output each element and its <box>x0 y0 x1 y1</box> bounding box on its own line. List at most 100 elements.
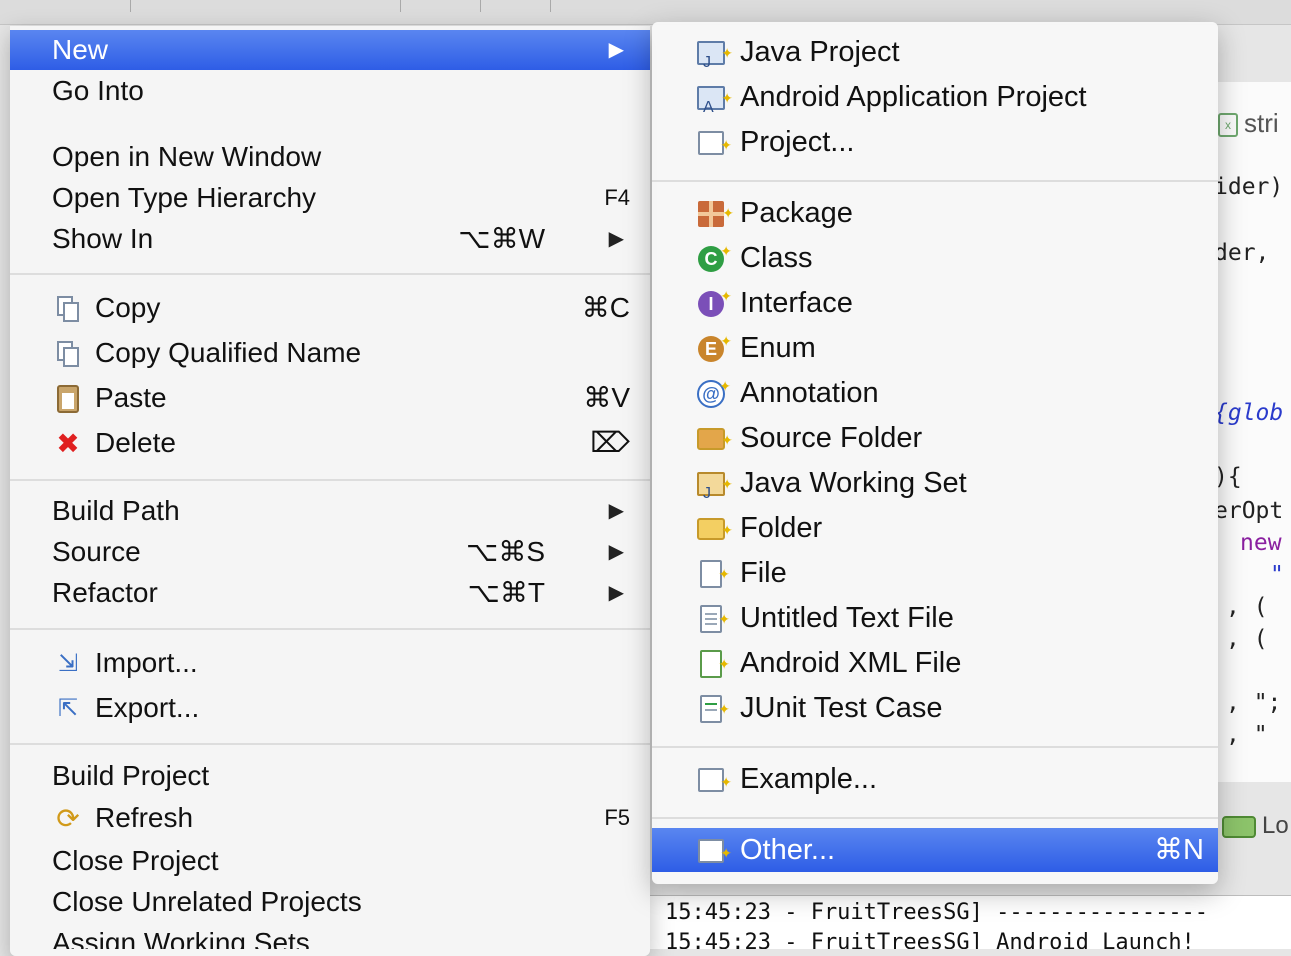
menu-separator <box>10 273 650 275</box>
submenu-arrow-icon: ▶ <box>608 541 624 563</box>
submenu-item-interface[interactable]: I ✦ Interface <box>652 281 1218 325</box>
paste-icon <box>52 383 84 415</box>
menu-separator <box>10 628 650 630</box>
junit-icon: ✦ <box>694 692 730 726</box>
menu-item-source[interactable]: Source ⌥⌘S ▶ <box>10 532 650 572</box>
code-line: ider) <box>1214 174 1284 200</box>
shortcut-label: ⌥⌘W <box>458 223 545 254</box>
submenu-item-source-folder[interactable]: ✦ Source Folder <box>652 416 1218 460</box>
menu-item-open-in-new-window[interactable]: Open in New Window <box>10 137 650 177</box>
code-line: , "; <box>1226 690 1282 716</box>
xml-file-icon: x <box>1218 113 1238 138</box>
code-line: " <box>1270 562 1284 588</box>
menu-item-copy-qualified-name[interactable]: Copy Qualified Name <box>10 333 650 373</box>
submenu-item-package[interactable]: ✦ Package <box>652 191 1218 235</box>
refresh-icon: ⟳ <box>56 803 80 834</box>
menu-item-assign-working-sets[interactable]: Assign Working Sets... <box>10 923 650 949</box>
menu-item-build-project[interactable]: Build Project <box>10 756 650 796</box>
menu-item-build-path[interactable]: Build Path ▶ <box>10 491 650 531</box>
project-icon: ✦ <box>694 126 732 160</box>
menu-item-refresh[interactable]: ⟳ Refresh F5 <box>10 798 650 838</box>
source-folder-icon: ✦ <box>694 422 733 456</box>
console-line: 15:45:23 - FruitTreesSG] Android Launch! <box>665 930 1195 949</box>
text-file-icon: ✦ <box>694 602 730 636</box>
submenu-item-class[interactable]: C ✦ Class <box>652 236 1218 280</box>
submenu-item-project[interactable]: ✦ Project... <box>652 120 1218 164</box>
code-line: ){ <box>1214 464 1242 490</box>
menu-item-import[interactable]: ⇲ Import... <box>10 643 650 683</box>
package-icon: ✦ <box>694 197 734 231</box>
example-icon: ✦ <box>694 763 732 797</box>
class-icon: C ✦ <box>694 242 732 276</box>
folder-icon: ✦ <box>694 512 733 546</box>
menu-item-open-type-hierarchy[interactable]: Open Type Hierarchy F4 <box>10 178 650 218</box>
menu-item-new[interactable]: New ▶ <box>10 30 650 70</box>
menu-separator <box>10 743 650 745</box>
java-project-icon: J ✦ <box>694 36 733 71</box>
delete-icon: ✖ <box>56 428 80 459</box>
new-submenu: J ✦ Java Project A ✦ Android Application P… <box>652 22 1218 884</box>
submenu-item-enum[interactable]: E ✦ Enum <box>652 326 1218 370</box>
menu-item-delete[interactable]: ✖ Delete ⌦ <box>10 423 650 463</box>
android-xml-file-icon: ✦ <box>694 647 730 681</box>
toolbar-divider <box>480 0 481 12</box>
logcat-tab[interactable]: Lo <box>1222 812 1289 840</box>
submenu-separator <box>652 746 1218 748</box>
code-line: new <box>1240 530 1282 556</box>
menu-item-copy[interactable]: Copy ⌘C <box>10 288 650 328</box>
submenu-item-android-xml-file[interactable]: ✦ Android XML File <box>652 641 1218 685</box>
toolbar-divider <box>550 0 551 12</box>
submenu-arrow-icon: ▶ <box>608 500 624 522</box>
copy-icon <box>52 293 84 325</box>
other-icon: ✦ <box>694 834 732 868</box>
submenu-item-other[interactable]: ✦ Other... ⌘N <box>652 828 1218 872</box>
code-line: der, <box>1214 240 1291 266</box>
shortcut-label: ⌘N <box>1154 834 1204 866</box>
editor-tab[interactable]: x stri <box>1218 108 1291 148</box>
java-working-set-icon: J ✦ <box>694 467 733 502</box>
context-menu: New ▶ Go Into Open in New Window Open Ty… <box>10 26 650 956</box>
submenu-item-example[interactable]: ✦ Example... <box>652 757 1218 801</box>
file-icon: ✦ <box>694 557 730 591</box>
code-line: erOpt <box>1214 498 1284 524</box>
shortcut-label: ⌘C <box>581 292 630 323</box>
submenu-arrow-icon: ▶ <box>608 39 624 61</box>
code-line: , ( <box>1226 594 1268 620</box>
import-icon: ⇲ <box>57 650 79 677</box>
submenu-arrow-icon: ▶ <box>608 228 624 250</box>
submenu-item-folder[interactable]: ✦ Folder <box>652 506 1218 550</box>
delete-key-icon: ⌦ <box>590 427 630 458</box>
copy-qualified-name-icon <box>52 338 84 370</box>
toolbar-divider <box>130 0 131 12</box>
shortcut-label: ⌥⌘S <box>466 536 545 567</box>
interface-icon: I ✦ <box>694 287 732 321</box>
submenu-item-annotation[interactable]: @ ✦ Annotation <box>652 371 1218 415</box>
code-line: , ( <box>1226 626 1268 652</box>
toolbar-divider <box>400 0 401 12</box>
shortcut-label: ⌘V <box>583 382 630 413</box>
menu-item-show-in[interactable]: Show In ⌥⌘W ▶ <box>10 219 650 259</box>
shortcut-label: F5 <box>604 805 630 830</box>
menu-item-export[interactable]: ⇱ Export... <box>10 688 650 728</box>
submenu-item-java-project[interactable]: J ✦ Java Project <box>652 30 1218 74</box>
submenu-item-untitled-text-file[interactable]: ✦ Untitled Text File <box>652 596 1218 640</box>
menu-item-go-into[interactable]: Go Into <box>10 71 650 111</box>
code-line: {glob <box>1214 400 1284 426</box>
submenu-item-java-working-set[interactable]: J ✦ Java Working Set <box>652 461 1218 505</box>
android-project-icon: A ✦ <box>694 81 733 116</box>
menu-item-refactor[interactable]: Refactor ⌥⌘T ▶ <box>10 573 650 613</box>
menu-item-close-unrelated-projects[interactable]: Close Unrelated Projects <box>10 882 650 922</box>
submenu-separator <box>652 817 1218 819</box>
console-line: 15:45:23 - FruitTreesSG] ---------------… <box>665 900 1209 925</box>
shortcut-label: ⌥⌘T <box>467 577 545 608</box>
code-line: , " <box>1226 722 1268 748</box>
annotation-icon: @ ✦ <box>694 377 731 411</box>
export-icon: ⇱ <box>57 695 79 722</box>
menu-item-paste[interactable]: Paste ⌘V <box>10 378 650 418</box>
submenu-arrow-icon: ▶ <box>608 582 624 604</box>
submenu-item-junit-test-case[interactable]: ✦ JUnit Test Case <box>652 686 1218 730</box>
submenu-item-android-application-project[interactable]: A ✦ Android Application Project <box>652 75 1218 119</box>
enum-icon: E ✦ <box>694 332 732 366</box>
menu-item-close-project[interactable]: Close Project <box>10 841 650 881</box>
submenu-item-file[interactable]: ✦ File <box>652 551 1218 595</box>
